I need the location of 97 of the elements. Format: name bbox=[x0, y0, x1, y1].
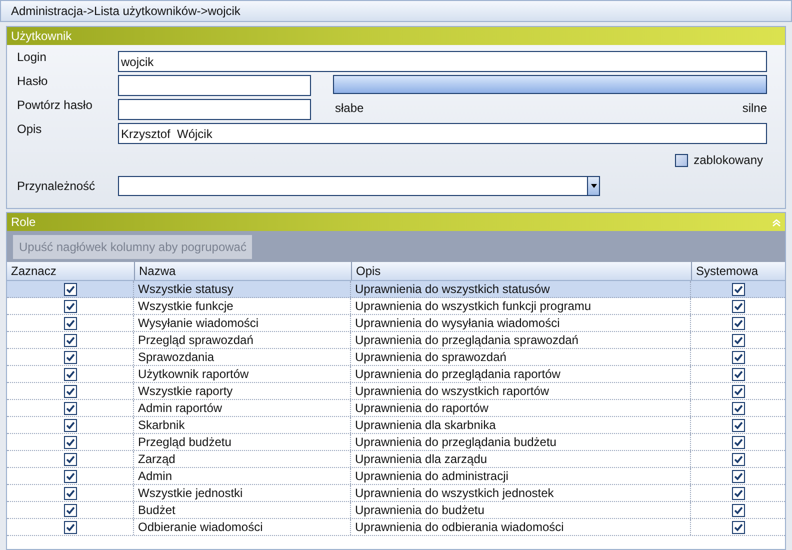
row-checkbox[interactable] bbox=[64, 334, 76, 346]
field-label: Login bbox=[16, 49, 48, 66]
table-cell: Wszystkie raporty bbox=[134, 383, 351, 399]
system-checkbox[interactable] bbox=[732, 316, 744, 330]
table-cell: Sprawozdania bbox=[134, 349, 351, 365]
row-checkbox[interactable] bbox=[64, 520, 76, 534]
table-cell: Wszystkie funkcje bbox=[134, 298, 351, 314]
table-cell: Budżet bbox=[134, 502, 351, 518]
row-checkbox[interactable] bbox=[64, 282, 76, 296]
blocked-checkbox[interactable] bbox=[674, 154, 688, 166]
row-checkbox[interactable] bbox=[64, 418, 76, 432]
system-checkbox[interactable] bbox=[732, 334, 744, 346]
system-checkbox[interactable] bbox=[732, 520, 744, 534]
system-checkbox[interactable] bbox=[732, 418, 744, 432]
table-row[interactable]: Wszystkie funkcje Uprawnienia do wszystkich funkcji programu bbox=[7, 298, 785, 315]
table-cell: Uprawnienia do wszystkich raportów bbox=[351, 383, 691, 399]
table-cell: Uprawnienia dla zarządu bbox=[351, 451, 691, 467]
column-header[interactable]: Zaznacz bbox=[7, 262, 134, 280]
table-row[interactable]: Odbieranie wiadomości Uprawnienia do odbierania wiadomości bbox=[7, 519, 785, 536]
table-cell: Uprawnienia do przeglądania sprawozdań bbox=[351, 332, 691, 348]
column-header[interactable]: Systemowa bbox=[691, 262, 785, 280]
table-row[interactable]: Admin raportów Uprawnienia do raportów bbox=[7, 400, 785, 417]
table-cell: Uprawnienia do wszystkich jednostek bbox=[351, 485, 691, 501]
row-checkbox[interactable] bbox=[64, 402, 76, 414]
table-cell: Uprawnienia do wszystkich funkcji programu bbox=[351, 298, 691, 314]
table-row[interactable]: Użytkownik raportów Uprawnienia do przeglądania raportów bbox=[7, 366, 785, 383]
table-row[interactable]: Admin Uprawnienia do administracji bbox=[7, 468, 785, 485]
table-row[interactable]: Wszystkie statusy Uprawnienia do wszystkich statusów bbox=[7, 281, 785, 298]
field-label: Powtórz hasło bbox=[16, 97, 94, 114]
row-checkbox[interactable] bbox=[64, 486, 76, 500]
column-header[interactable]: Opis bbox=[351, 262, 691, 280]
table-cell: Przegląd sprawozdań bbox=[134, 332, 351, 348]
row-checkbox[interactable] bbox=[64, 368, 76, 380]
table-cell: Wszystkie jednostki bbox=[134, 485, 351, 501]
system-checkbox[interactable] bbox=[732, 470, 744, 482]
table-row[interactable]: Wszystkie jednostki Uprawnienia do wszystkich jednostek bbox=[7, 485, 785, 502]
checkbox-label: zablokowany bbox=[694, 152, 763, 169]
table-cell: Uprawnienia do przeglądania budżetu bbox=[351, 434, 691, 450]
row-checkbox[interactable] bbox=[64, 384, 76, 398]
table-row[interactable]: Sprawozdania Uprawnienia do sprawozdań bbox=[7, 349, 785, 366]
group-hint: Upuść nagłówek kolumny aby pogrupować bbox=[13, 234, 252, 258]
row-checkbox[interactable] bbox=[64, 470, 76, 482]
table-cell: Admin bbox=[134, 468, 351, 484]
section-title: Role bbox=[11, 214, 36, 231]
password-field[interactable] bbox=[118, 75, 311, 96]
system-checkbox[interactable] bbox=[732, 486, 744, 500]
table-cell: Zarząd bbox=[134, 451, 351, 467]
table-cell: Przegląd budżetu bbox=[134, 434, 351, 450]
table-cell: Użytkownik raportów bbox=[134, 366, 351, 382]
system-checkbox[interactable] bbox=[732, 384, 744, 398]
table-row[interactable]: Wszystkie raporty Uprawnienia do wszystkich raportów bbox=[7, 383, 785, 400]
table-cell: Uprawnienia dla skarbnika bbox=[351, 417, 691, 433]
table-cell: Uprawnienia do wszystkich statusów bbox=[351, 281, 691, 297]
field-label: Przynależność bbox=[16, 178, 96, 195]
row-checkbox[interactable] bbox=[64, 452, 76, 466]
system-checkbox[interactable] bbox=[732, 452, 744, 466]
row-checkbox[interactable] bbox=[64, 504, 76, 516]
strength-weak-label: słabe bbox=[335, 100, 364, 117]
table-row[interactable]: Przegląd budżetu Uprawnienia do przeglądania budżetu bbox=[7, 434, 785, 451]
table-cell: Wysyłanie wiadomości bbox=[134, 315, 351, 331]
system-checkbox[interactable] bbox=[732, 282, 744, 296]
text-field[interactable]: Krzysztof Wójcik bbox=[118, 123, 767, 144]
table-cell: Skarbnik bbox=[134, 417, 351, 433]
system-checkbox[interactable] bbox=[732, 402, 744, 414]
strength-strong-label: silne bbox=[742, 100, 767, 117]
system-checkbox[interactable] bbox=[732, 368, 744, 380]
password-field[interactable] bbox=[118, 99, 311, 120]
table-cell: Uprawnienia do odbierania wiadomości bbox=[351, 519, 691, 535]
table-row[interactable]: Skarbnik Uprawnienia dla skarbnika bbox=[7, 417, 785, 434]
table-row[interactable]: Wysyłanie wiadomości Uprawnienia do wysyłania wiadomości bbox=[7, 315, 785, 332]
table-cell: Uprawnienia do administracji bbox=[351, 468, 691, 484]
row-checkbox[interactable] bbox=[64, 300, 76, 312]
window-title: Administracja->Lista użytkowników->wojcik bbox=[0, 0, 792, 22]
section-header: Użytkownik bbox=[7, 27, 785, 45]
system-checkbox[interactable] bbox=[732, 436, 744, 448]
field-label: Hasło bbox=[16, 73, 49, 90]
table-cell: Admin raportów bbox=[134, 400, 351, 416]
table-cell: Uprawnienia do budżetu bbox=[351, 502, 691, 518]
table-cell: Uprawnienia do raportów bbox=[351, 400, 691, 416]
text-field[interactable]: wojcik bbox=[118, 51, 767, 72]
row-checkbox[interactable] bbox=[64, 316, 76, 330]
row-checkbox[interactable] bbox=[64, 436, 76, 448]
table-cell: Uprawnienia do wysyłania wiadomości bbox=[351, 315, 691, 331]
table-cell: Uprawnienia do sprawozdań bbox=[351, 349, 691, 365]
row-checkbox[interactable] bbox=[64, 350, 76, 364]
system-checkbox[interactable] bbox=[732, 504, 744, 516]
table-cell: Uprawnienia do przeglądania raportów bbox=[351, 366, 691, 382]
table-cell: Odbieranie wiadomości bbox=[134, 519, 351, 535]
table-row[interactable]: Budżet Uprawnienia do budżetu bbox=[7, 502, 785, 519]
table-cell: Wszystkie statusy bbox=[134, 281, 351, 297]
field-label: Opis bbox=[16, 121, 43, 138]
system-checkbox[interactable] bbox=[732, 350, 744, 364]
column-header[interactable]: Nazwa bbox=[134, 262, 351, 280]
table-row[interactable]: Przegląd sprawozdań Uprawnienia do przeglądania sprawozdań bbox=[7, 332, 785, 349]
dropdown-field[interactable] bbox=[118, 176, 600, 196]
system-checkbox[interactable] bbox=[732, 300, 744, 312]
table-row[interactable]: Zarząd Uprawnienia dla zarządu bbox=[7, 451, 785, 468]
